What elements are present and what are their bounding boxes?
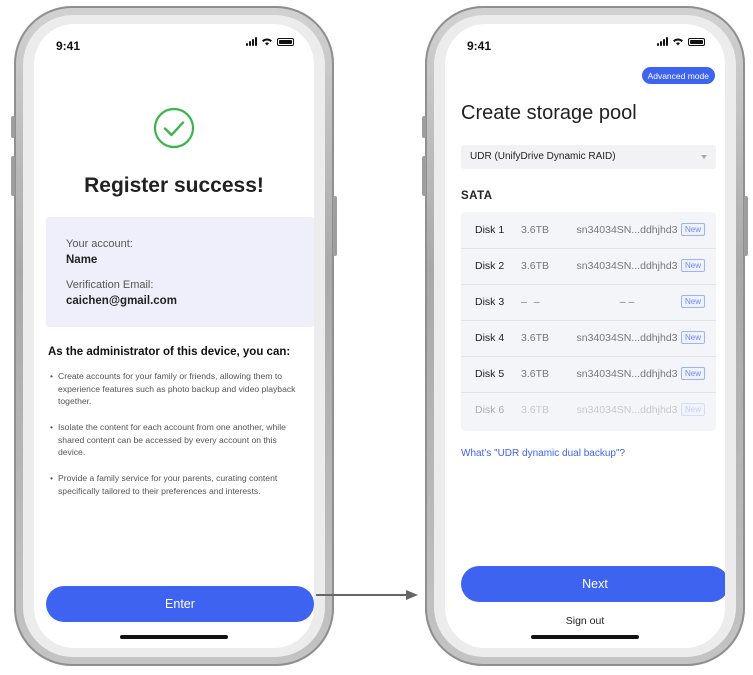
disk-name: Disk 3 xyxy=(475,296,505,308)
status-time: 9:41 xyxy=(56,39,81,53)
new-badge: New xyxy=(680,367,705,380)
signal-icon xyxy=(657,37,668,46)
disk-size: 3.6TB xyxy=(521,332,550,344)
success-check-icon xyxy=(153,107,195,154)
status-icons xyxy=(246,37,294,46)
disk-row[interactable]: Disk 3 – – – – New xyxy=(461,284,716,321)
disk-serial: sn34034SN...ddhjhd3 xyxy=(576,404,678,416)
raid-type-value: UDR (UnifyDrive Dynamic RAID) xyxy=(470,151,616,162)
enter-button[interactable]: Enter xyxy=(46,586,314,622)
raid-type-select[interactable]: UDR (UnifyDrive Dynamic RAID) xyxy=(461,145,716,169)
disk-name: Disk 1 xyxy=(475,224,505,236)
disk-size: 3.6TB xyxy=(521,368,550,380)
signal-icon xyxy=(246,37,257,46)
new-badge: New xyxy=(680,295,705,308)
admin-bullet: Create accounts for your family or frien… xyxy=(50,370,304,408)
disk-size: 3.6TB xyxy=(521,260,550,272)
create-storage-pool-screen: 9:41 Advanced mode Create storage pool U… xyxy=(445,24,725,648)
page-title: Create storage pool xyxy=(461,102,637,124)
status-icons xyxy=(657,37,705,46)
disk-row[interactable]: Disk 6 3.6TB sn34034SN...ddhjhd3 New xyxy=(461,392,716,428)
admin-heading: As the administrator of this device, you… xyxy=(48,346,291,358)
disk-row[interactable]: Disk 4 3.6TB sn34034SN...ddhjhd3 New xyxy=(461,320,716,357)
disk-row[interactable]: Disk 5 3.6TB sn34034SN...ddhjhd3 New xyxy=(461,356,716,393)
admin-bullet: Provide a family service for your parent… xyxy=(50,472,304,497)
new-badge: New xyxy=(680,331,705,344)
account-value: Name xyxy=(66,254,98,266)
disk-row[interactable]: Disk 1 3.6TB sn34034SN...ddhjhd3 New xyxy=(461,212,716,249)
admin-bullet: Isolate the content for each account fro… xyxy=(50,421,304,459)
email-value: caichen@gmail.com xyxy=(66,295,177,307)
disk-serial: sn34034SN...ddhjhd3 xyxy=(576,260,678,272)
udr-backup-help-link[interactable]: What's "UDR dynamic dual backup"? xyxy=(461,448,625,459)
disk-name: Disk 2 xyxy=(475,260,505,272)
flow-arrow-icon xyxy=(316,590,418,600)
status-time: 9:41 xyxy=(467,39,492,53)
disk-size: 3.6TB xyxy=(521,404,550,416)
disk-name: Disk 4 xyxy=(475,332,505,344)
phone-frame-register: 9:41 Register success! Your account: Nam… xyxy=(11,6,337,666)
home-indicator xyxy=(531,635,639,639)
sign-out-link[interactable]: Sign out xyxy=(445,615,725,627)
account-info-card: Your account: Name Verification Email: c… xyxy=(46,217,314,327)
disk-name: Disk 5 xyxy=(475,368,505,380)
disk-size: 3.6TB xyxy=(521,224,550,236)
disk-serial: sn34034SN...ddhjhd3 xyxy=(576,332,678,344)
disk-serial: – – xyxy=(619,296,635,308)
disk-name: Disk 6 xyxy=(475,404,505,416)
battery-icon xyxy=(688,37,705,46)
next-button[interactable]: Next xyxy=(461,566,725,602)
wifi-icon xyxy=(673,38,683,46)
new-badge: New xyxy=(680,223,705,236)
wifi-icon xyxy=(262,38,272,46)
disk-list: Disk 1 3.6TB sn34034SN...ddhjhd3 New Dis… xyxy=(461,212,716,431)
phone-frame-storage-pool: 9:41 Advanced mode Create storage pool U… xyxy=(422,6,748,666)
disk-size: – – xyxy=(521,296,542,308)
account-label: Your account: xyxy=(66,238,133,250)
dropdown-caret-icon xyxy=(701,155,707,159)
home-indicator xyxy=(120,635,228,639)
new-badge: New xyxy=(680,403,705,416)
disk-serial: sn34034SN...ddhjhd3 xyxy=(576,368,678,380)
section-label-sata: SATA xyxy=(461,190,493,202)
disk-row[interactable]: Disk 2 3.6TB sn34034SN...ddhjhd3 New xyxy=(461,248,716,285)
register-success-screen: 9:41 Register success! Your account: Nam… xyxy=(34,24,314,648)
page-title: Register success! xyxy=(84,174,264,197)
disk-serial: sn34034SN...ddhjhd3 xyxy=(576,224,678,236)
advanced-mode-button[interactable]: Advanced mode xyxy=(641,67,715,84)
email-label: Verification Email: xyxy=(66,279,154,291)
battery-icon xyxy=(277,37,294,46)
new-badge: New xyxy=(680,259,705,272)
